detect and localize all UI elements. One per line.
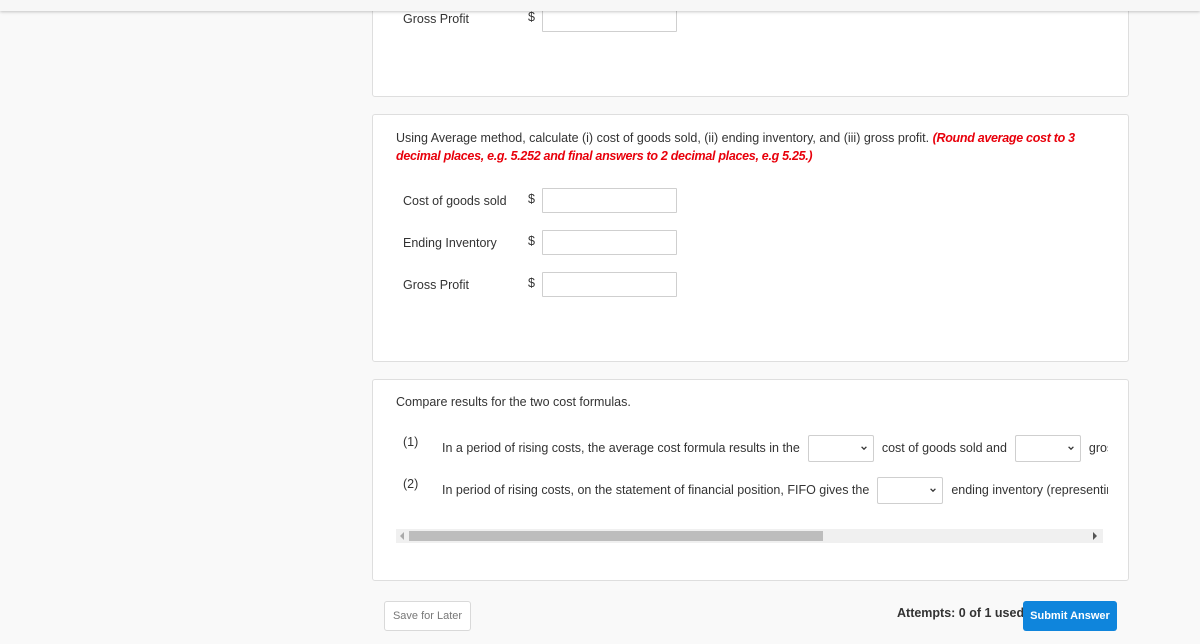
currency-symbol: $ [528,234,535,248]
compare-item-2: In period of rising costs, on the statem… [442,476,1108,504]
compare-section-card: Compare results for the two cost formula… [372,379,1129,581]
chevron-down-icon [860,446,867,451]
currency-symbol: $ [528,192,535,206]
avg-gross-profit-input[interactable] [542,272,677,297]
avg-cogs-input[interactable] [542,188,677,213]
submit-answer-button[interactable]: Submit Answer [1023,601,1117,631]
currency-symbol: $ [528,276,535,290]
scrollbar-thumb[interactable] [409,531,823,541]
chevron-down-icon [930,488,937,493]
item-number: (2) [403,477,419,491]
fifo-section-card: Gross Profit $ [372,0,1129,97]
compare-item-1: In a period of rising costs, the average… [442,434,1108,462]
item-text: gross p [1088,441,1108,455]
item-text: ending inventory (representin [951,483,1108,497]
average-question: Using Average method, calculate (i) cost… [396,129,1101,165]
avg-ending-inventory-input[interactable] [542,230,677,255]
average-section-card: Using Average method, calculate (i) cost… [372,114,1129,362]
ending-inventory-label: Ending Inventory [403,236,497,250]
gross-profit-comparison-select[interactable] [1014,434,1081,462]
item-text: In period of rising costs, on the statem… [442,483,870,497]
gross-profit-label: Gross Profit [403,278,469,292]
chevron-down-icon [1068,446,1074,451]
attempts-counter: Attempts: 0 of 1 used [897,606,1025,620]
horizontal-scrollbar[interactable] [396,529,1103,543]
item-text: cost of goods sold and [881,441,1007,455]
cogs-label: Cost of goods sold [403,194,507,208]
item-number: (1) [403,435,419,449]
top-toolbar [0,0,1200,11]
gross-profit-label: Gross Profit [403,12,469,26]
cogs-comparison-select[interactable] [807,434,874,462]
currency-symbol: $ [528,10,535,24]
scroll-left-arrow-icon[interactable] [400,532,404,540]
item-text: In a period of rising costs, the average… [442,441,800,455]
scroll-right-arrow-icon[interactable] [1093,532,1097,540]
question-text: Using Average method, calculate (i) cost… [396,131,930,145]
ending-inventory-comparison-select[interactable] [877,476,944,504]
compare-items-scroll-area: (1) In a period of rising costs, the ave… [373,380,1108,520]
save-for-later-button[interactable]: Save for Later [384,601,471,631]
